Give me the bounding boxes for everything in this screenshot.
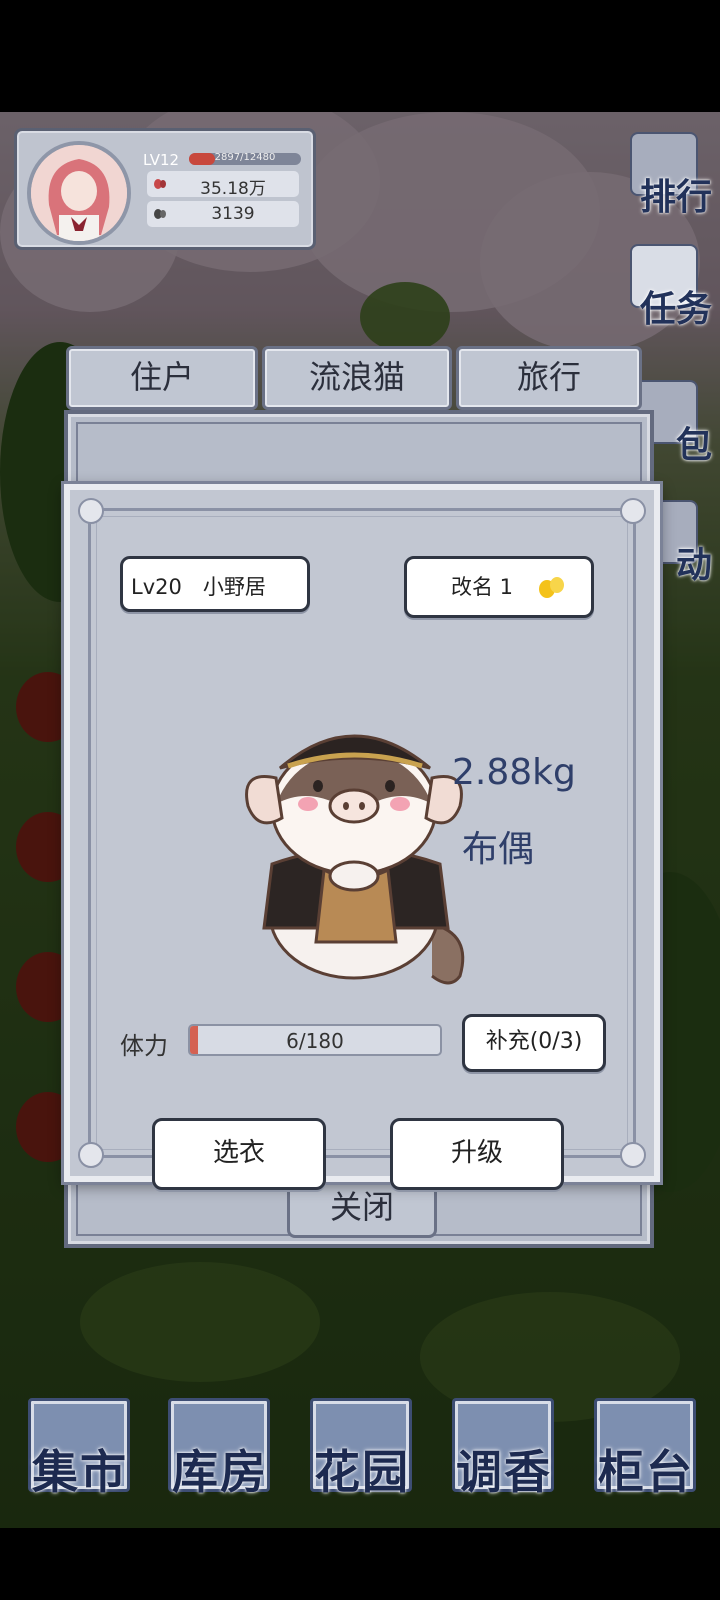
player-exp-text: 2897/12480 <box>214 152 276 163</box>
activity-label: 动 <box>675 544 712 586</box>
player-card[interactable]: LV12 2897/12480 35.18万 3139 <box>14 128 316 250</box>
player-avatar[interactable] <box>27 141 131 245</box>
corner-ornament <box>78 498 104 524</box>
stamina-value: 6/180 <box>286 1029 344 1053</box>
gold-petal-icon <box>539 577 564 598</box>
tab-stray-cats[interactable]: 流浪猫 <box>262 346 452 410</box>
stamina-bar: 6/180 <box>188 1024 442 1056</box>
pet-pig-character[interactable] <box>236 714 480 998</box>
nav-perfume[interactable]: 调香 <box>444 1392 560 1512</box>
task-label: 任务 <box>639 288 712 330</box>
choose-outfit-button[interactable]: 选衣 <box>152 1118 326 1190</box>
bag-label: 包 <box>675 424 712 466</box>
status-bar <box>0 0 720 112</box>
rename-label: 改名 1 <box>451 575 514 599</box>
petal-icon <box>154 179 166 189</box>
corner-ornament <box>620 1142 646 1168</box>
pet-weight: 2.88kg <box>452 752 576 793</box>
bottom-nav: 集市 库房 花园 调香 柜台 <box>20 1392 710 1520</box>
navigation-bar <box>0 1528 720 1600</box>
task-button[interactable]: 任务 <box>620 236 712 332</box>
nav-warehouse[interactable]: 库房 <box>160 1392 276 1512</box>
pet-level-name: Lv20 小野居 <box>120 556 310 612</box>
currency2-value: 3139 <box>211 204 255 224</box>
corner-ornament <box>620 498 646 524</box>
refill-stamina-button[interactable]: 补充(0/3) <box>462 1014 606 1072</box>
currency1-row: 35.18万 <box>147 171 299 199</box>
nav-market[interactable]: 集市 <box>20 1392 136 1512</box>
tab-residents[interactable]: 住户 <box>66 346 258 410</box>
rename-button[interactable]: 改名 1 <box>404 556 594 618</box>
tab-travel[interactable]: 旅行 <box>456 346 642 410</box>
pet-outfit-name: 布偶 <box>462 829 535 870</box>
upgrade-button[interactable]: 升级 <box>390 1118 564 1190</box>
seed-icon <box>154 209 166 219</box>
player-level: LV12 <box>143 151 180 169</box>
nav-counter[interactable]: 柜台 <box>586 1392 702 1512</box>
nav-market-label: 集市 <box>32 1445 128 1499</box>
nav-perfume-label: 调香 <box>456 1445 552 1499</box>
currency1-value: 35.18万 <box>200 179 266 199</box>
ranking-label: 排行 <box>639 176 712 218</box>
player-exp-bar: 2897/12480 <box>189 152 301 165</box>
nav-warehouse-label: 库房 <box>172 1445 268 1499</box>
corner-ornament <box>78 1142 104 1168</box>
stamina-label: 体力 <box>120 1032 168 1060</box>
nav-counter-label: 柜台 <box>598 1445 694 1499</box>
nav-garden[interactable]: 花园 <box>302 1392 418 1512</box>
ranking-button[interactable]: 排行 <box>620 124 712 220</box>
nav-garden-label: 花园 <box>314 1445 410 1499</box>
currency2-row: 3139 <box>147 201 299 227</box>
